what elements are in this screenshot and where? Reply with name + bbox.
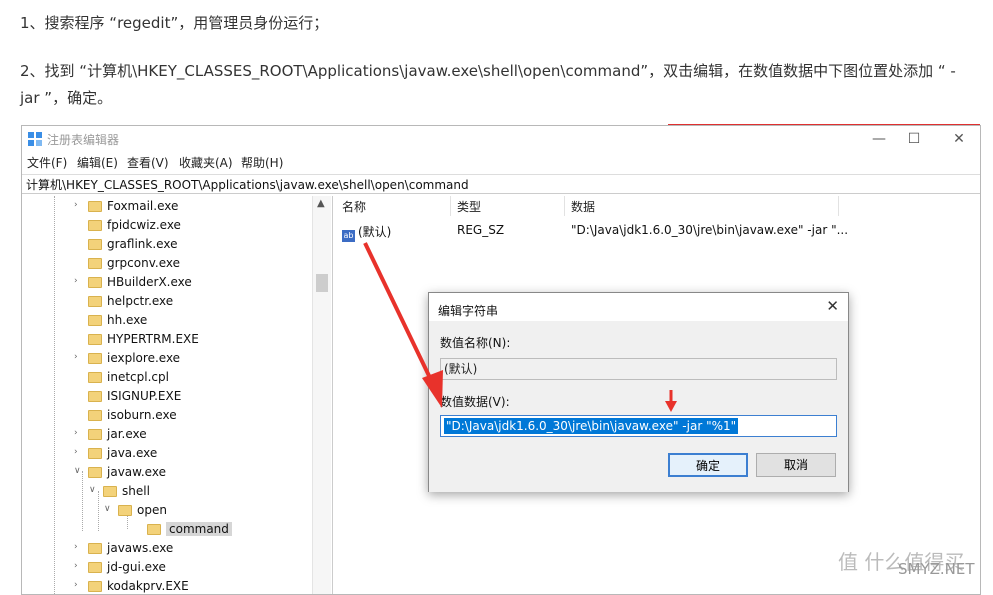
annotation-arrows (363, 242, 677, 412)
watermark-site: SMYZ.NET (898, 560, 975, 578)
red-arrow-large (363, 242, 443, 408)
red-arrow-small (665, 390, 677, 412)
